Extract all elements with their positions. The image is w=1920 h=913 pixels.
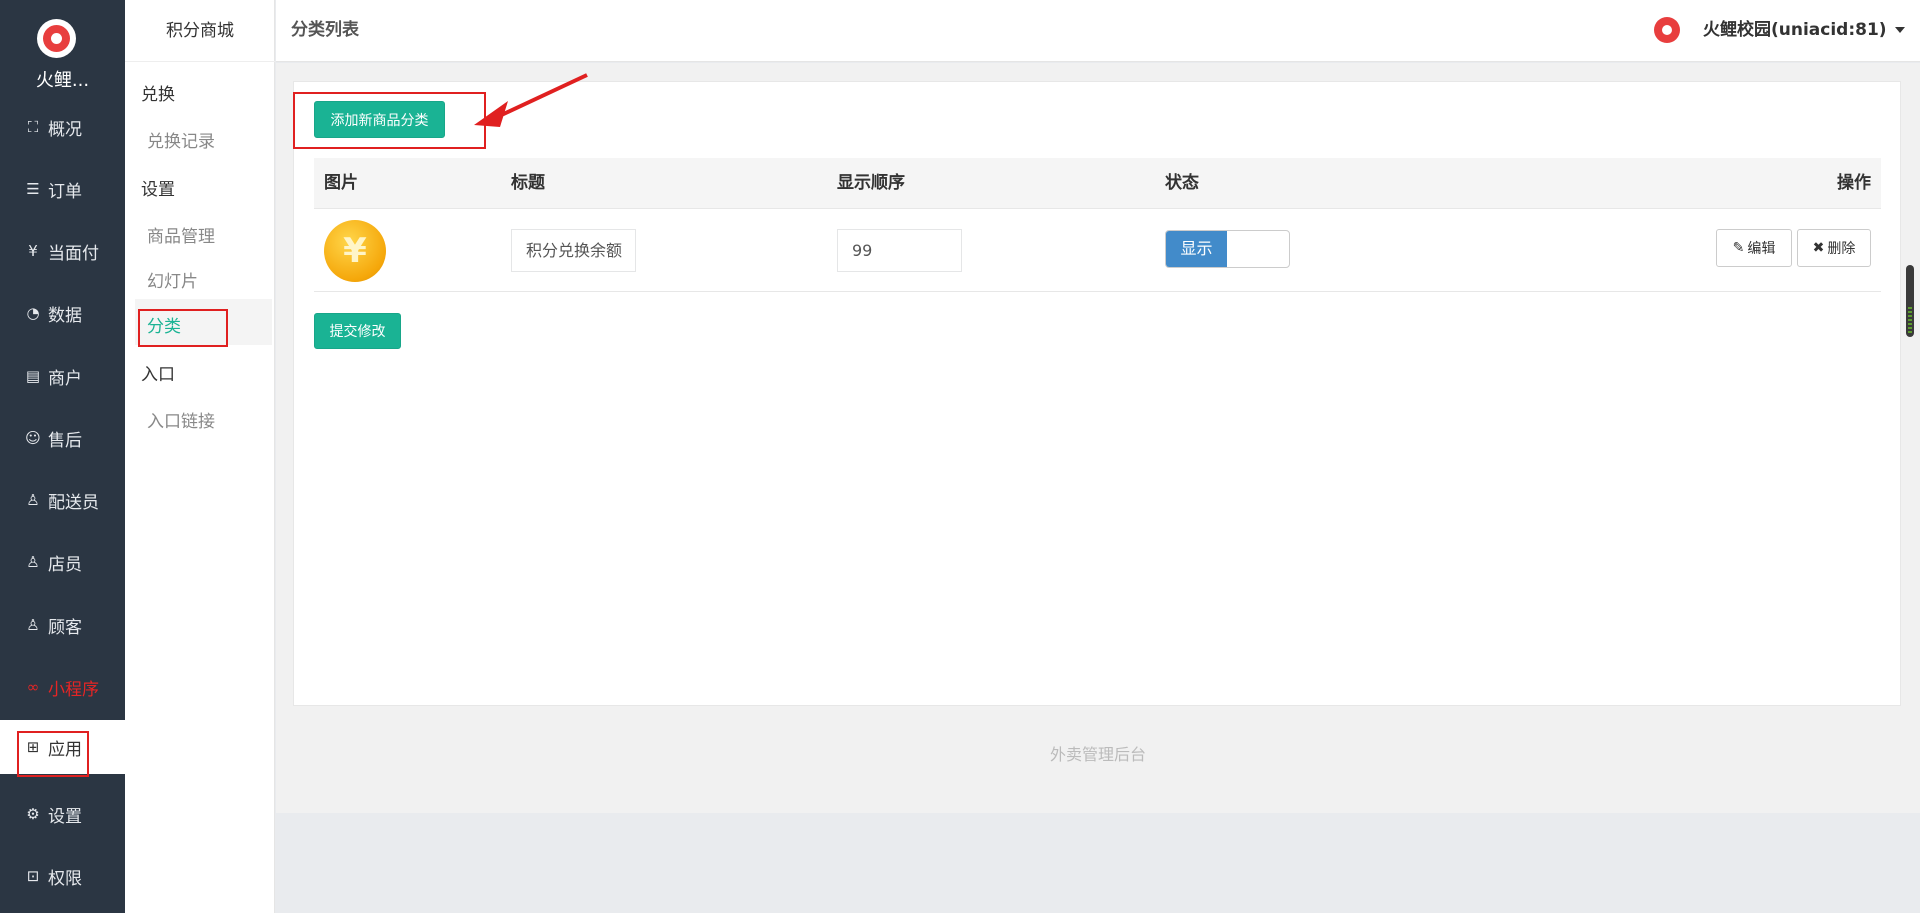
page-scrollbar[interactable] bbox=[1906, 265, 1914, 337]
nav-item-overview[interactable]: ⛶ 概况 bbox=[0, 96, 125, 158]
subnav-group-settings: 设置 bbox=[141, 180, 175, 200]
gear-icon: ⚙ bbox=[26, 805, 40, 823]
customer-icon: ♙ bbox=[26, 616, 40, 634]
yen-icon: ¥ bbox=[28, 242, 38, 260]
clerk-icon: ♙ bbox=[26, 553, 40, 571]
miniprogram-icon: ∞ bbox=[26, 678, 40, 696]
nav-item-courier[interactable]: ♙ 配送员 bbox=[0, 469, 125, 531]
highlight-box-add-button bbox=[293, 92, 486, 149]
nav-item-orders[interactable]: ☰ 订单 bbox=[0, 158, 125, 220]
status-toggle-label: 显示 bbox=[1166, 231, 1227, 267]
store-icon: ▤ bbox=[25, 367, 41, 385]
page-title: 分类列表 bbox=[291, 20, 359, 40]
edit-button[interactable]: ✎ 编辑 bbox=[1716, 229, 1792, 267]
nav-item-customer[interactable]: ♙ 顾客 bbox=[0, 594, 125, 656]
column-header-title: 标题 bbox=[511, 173, 545, 193]
table-row: ¥ 积分兑换余额 99 显示 ✎ 编辑 ✖ 删除 bbox=[314, 209, 1881, 292]
annotation-arrow bbox=[474, 73, 588, 127]
nav-item-aftersale[interactable]: ☺ 售后 bbox=[0, 407, 125, 469]
nav-item-miniprogram[interactable]: ∞ 小程序 bbox=[0, 656, 125, 718]
column-header-actions: 操作 bbox=[1837, 173, 1871, 193]
top-header: 分类列表 火鲤校园(uniacid:81) bbox=[276, 0, 1920, 62]
edit-icon: ✎ bbox=[1732, 240, 1745, 256]
subnav-group-entry: 入口 bbox=[141, 365, 175, 385]
order-icon: ☰ bbox=[26, 180, 40, 198]
coin-icon: ¥ bbox=[324, 220, 386, 282]
service-icon: ☺ bbox=[25, 429, 41, 447]
delete-button[interactable]: ✖ 删除 bbox=[1797, 229, 1871, 267]
subnav-product-management[interactable]: 商品管理 bbox=[147, 222, 215, 247]
nav-item-settings[interactable]: ⚙ 设置 bbox=[0, 783, 125, 845]
user-menu[interactable]: 火鲤校园(uniacid:81) bbox=[1703, 0, 1905, 60]
footer-text: 外卖管理后台 bbox=[1049, 745, 1146, 764]
nav-item-clerk[interactable]: ♙ 店员 bbox=[0, 531, 125, 593]
subnav-entry-link[interactable]: 入口链接 bbox=[147, 407, 215, 432]
nav-item-permission[interactable]: ⊡ 权限 bbox=[0, 845, 125, 907]
subnav-exchange-records[interactable]: 兑换记录 bbox=[147, 127, 215, 152]
nav-item-merchant[interactable]: ▤ 商户 bbox=[0, 345, 125, 407]
subnav-group-exchange: 兑换 bbox=[141, 85, 175, 105]
brand-name[interactable]: 火鲤... bbox=[0, 66, 125, 92]
submit-changes-button[interactable]: 提交修改 bbox=[314, 313, 401, 349]
status-toggle[interactable]: 显示 bbox=[1165, 230, 1290, 268]
sub-sidebar-title: 积分商城 bbox=[125, 0, 275, 62]
sub-sidebar: 积分商城 兑换 兑换记录 设置 商品管理 幻灯片 分类 入口 入口链接 bbox=[125, 0, 275, 913]
lock-icon: ⊡ bbox=[26, 867, 40, 885]
column-header-status: 状态 bbox=[1165, 173, 1199, 193]
subnav-slideshow[interactable]: 幻灯片 bbox=[147, 267, 198, 292]
nav-item-data[interactable]: ◔ 数据 bbox=[0, 282, 125, 344]
chart-icon: ◔ bbox=[26, 304, 40, 322]
title-input[interactable]: 积分兑换余额 bbox=[511, 229, 636, 272]
column-header-order: 显示顺序 bbox=[837, 173, 905, 193]
user-avatar[interactable] bbox=[1654, 17, 1680, 43]
caret-down-icon bbox=[1894, 27, 1905, 33]
courier-icon: ♙ bbox=[26, 491, 40, 509]
nav-item-pay[interactable]: ¥ 当面付 bbox=[0, 220, 125, 282]
column-header-image: 图片 bbox=[324, 173, 358, 193]
highlight-box-apps bbox=[17, 731, 89, 777]
close-icon: ✖ bbox=[1812, 240, 1825, 256]
table-header: 图片 标题 显示顺序 状态 操作 bbox=[314, 158, 1881, 209]
brand-logo[interactable] bbox=[37, 19, 76, 58]
display-order-input[interactable]: 99 bbox=[837, 229, 962, 272]
user-name: 火鲤校园(uniacid:81) bbox=[1703, 20, 1887, 40]
highlight-box-category bbox=[138, 309, 228, 347]
overview-icon: ⛶ bbox=[27, 118, 39, 136]
